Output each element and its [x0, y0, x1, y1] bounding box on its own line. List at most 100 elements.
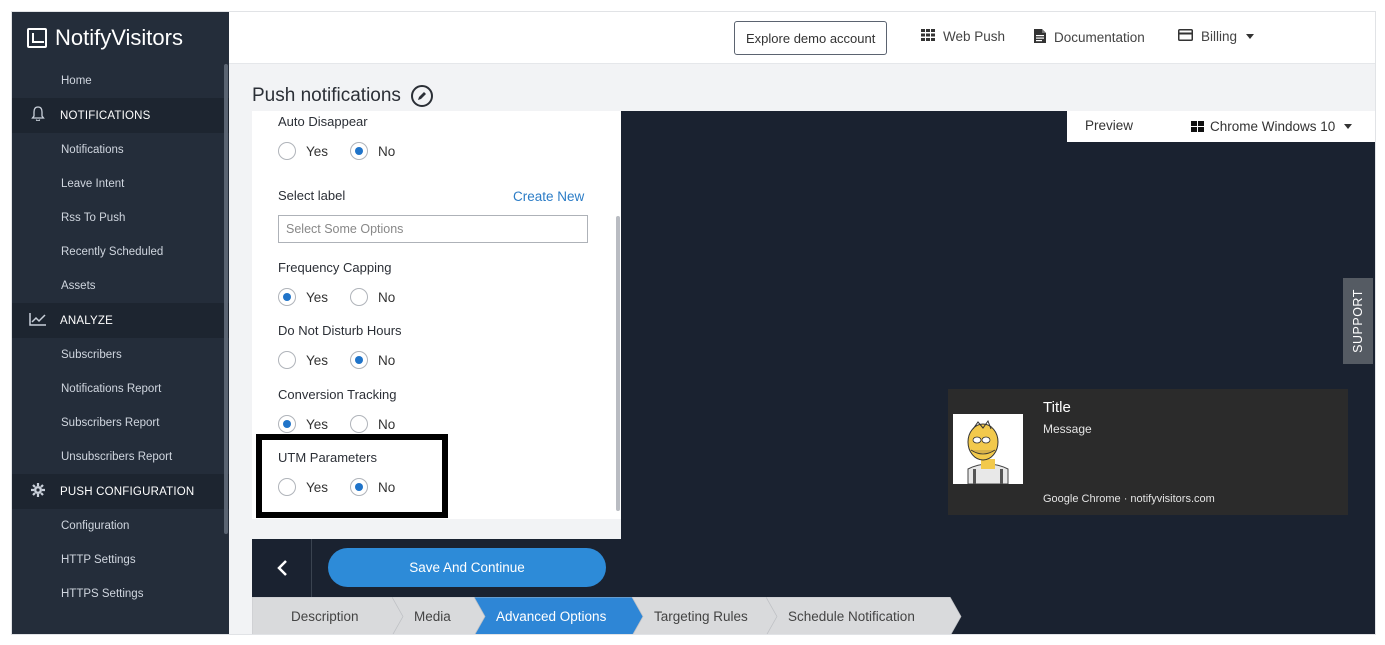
web-push-label: Web Push — [943, 29, 1006, 44]
chart-icon — [26, 312, 50, 330]
credit-card-icon — [1178, 29, 1193, 44]
preview-label: Preview — [1085, 118, 1134, 133]
preview-pane: Preview Chrome Windows 10 SUPPORT Title … — [621, 111, 1375, 597]
notification-message: Message — [1043, 422, 1092, 436]
form-scrollbar[interactable] — [616, 216, 620, 511]
create-new-link[interactable]: Create New — [513, 189, 584, 204]
step-label: Advanced Options — [496, 609, 607, 624]
auto-disappear-radios: Yes No — [278, 142, 417, 160]
conversion-tracking-radios: Yes No — [278, 415, 417, 433]
os-select-value: Chrome Windows 10 — [1210, 119, 1336, 134]
dnd-hours-no-radio[interactable] — [350, 351, 369, 369]
edit-icon[interactable] — [410, 85, 433, 107]
brand-name: NotifyVisitors — [55, 25, 183, 50]
notification-image — [953, 414, 1023, 484]
gear-icon — [26, 482, 50, 501]
frequency-capping-label: Frequency Capping — [278, 260, 392, 275]
analytics-logo-icon — [27, 28, 47, 48]
sidebar-section-push-configuration[interactable]: PUSH CONFIGURATION — [12, 474, 229, 509]
step-label: Targeting Rules — [654, 609, 748, 624]
sidebar-scrollbar[interactable] — [224, 64, 228, 534]
page-title-text: Push notifications — [252, 85, 401, 106]
dnd-hours-yes-radio[interactable] — [278, 351, 296, 369]
notification-preview-card: Title Message Google Chrome · notifyvisi… — [948, 389, 1348, 515]
dnd-hours-radios: Yes No — [278, 351, 417, 369]
label-select-input[interactable]: Select Some Options — [278, 215, 588, 243]
step-label: Media — [414, 609, 451, 624]
document-icon — [1034, 29, 1046, 46]
top-navbar: Explore demo account Web Push Documentat… — [229, 12, 1375, 64]
documentation-label: Documentation — [1054, 30, 1145, 45]
radio-label: No — [378, 143, 396, 159]
wizard-steps: Description Media Advanced Options Targetin… — [252, 597, 1375, 634]
radio-label: Yes — [306, 352, 329, 368]
form-action-bar: Save And Continue — [252, 539, 621, 597]
dnd-hours-label: Do Not Disturb Hours — [278, 323, 402, 338]
auto-disappear-yes-radio[interactable] — [278, 142, 296, 160]
os-browser-select[interactable]: Chrome Windows 10 — [1191, 119, 1353, 134]
bell-icon — [26, 106, 50, 125]
step-targeting-rules[interactable]: Targeting Rules — [632, 597, 778, 634]
select-label-label: Select label — [278, 188, 346, 203]
conversion-tracking-no-radio[interactable] — [350, 415, 369, 433]
step-label: Schedule Notification — [788, 609, 915, 624]
sidebar-item-recently-scheduled[interactable]: Recently Scheduled — [12, 235, 229, 269]
frequency-capping-radios: Yes No — [278, 288, 417, 306]
auto-disappear-no-radio[interactable] — [350, 142, 369, 160]
sidebar-section-notifications[interactable]: NOTIFICATIONS — [12, 98, 229, 133]
conversion-tracking-label: Conversion Tracking — [278, 387, 397, 402]
sidebar-section-label: ANALYZE — [60, 314, 113, 327]
radio-label: Yes — [306, 143, 329, 159]
sidebar-item-assets[interactable]: Assets — [12, 269, 229, 303]
grid-icon — [921, 29, 935, 44]
step-media[interactable]: Media — [392, 597, 486, 634]
conversion-tracking-yes-radio[interactable] — [278, 415, 296, 433]
billing-dropdown[interactable]: Billing — [1178, 29, 1255, 44]
sidebar-item-notifications[interactable]: Notifications — [12, 133, 229, 167]
sidebar-item-home[interactable]: Home — [12, 64, 229, 98]
utm-highlight-box — [256, 434, 448, 518]
windows-icon — [1191, 120, 1204, 133]
sidebar-item-unsubscribers-report[interactable]: Unsubscribers Report — [12, 440, 229, 474]
step-advanced-options[interactable]: Advanced Options — [474, 597, 644, 634]
brand-logo[interactable]: NotifyVisitors — [12, 12, 229, 64]
notification-source: Google Chrome · notifyvisitors.com — [1043, 493, 1215, 505]
support-tab[interactable]: SUPPORT — [1343, 278, 1373, 364]
sidebar-section-label: PUSH CONFIGURATION — [60, 485, 195, 498]
auto-disappear-label: Auto Disappear — [278, 114, 368, 129]
step-description[interactable]: Description — [252, 597, 404, 634]
back-button[interactable] — [252, 539, 312, 597]
web-push-link[interactable]: Web Push — [921, 29, 1005, 44]
save-and-continue-button[interactable]: Save And Continue — [328, 548, 606, 587]
sidebar-item-https-settings[interactable]: HTTPS Settings — [12, 577, 229, 611]
step-label: Description — [291, 609, 359, 624]
sidebar-item-notifications-report[interactable]: Notifications Report — [12, 372, 229, 406]
sidebar-item-subscribers[interactable]: Subscribers — [12, 338, 229, 372]
explore-demo-button[interactable]: Explore demo account — [734, 21, 888, 55]
radio-label: Yes — [306, 289, 329, 305]
frequency-capping-yes-radio[interactable] — [278, 288, 296, 306]
sidebar-item-http-settings[interactable]: HTTP Settings — [12, 543, 229, 577]
radio-label: Yes — [306, 416, 329, 432]
sidebar-item-rss-to-push[interactable]: Rss To Push — [12, 201, 229, 235]
support-label: SUPPORT — [1351, 289, 1366, 353]
notification-title: Title — [1043, 399, 1071, 416]
advanced-options-form: Auto Disappear Yes No Select label Creat… — [252, 111, 621, 519]
frequency-capping-no-radio[interactable] — [350, 288, 369, 306]
sidebar-item-leave-intent[interactable]: Leave Intent — [12, 167, 229, 201]
sidebar: NotifyVisitors Home NOTIFICATIONS Notifica… — [12, 12, 229, 634]
chevron-down-icon — [1344, 124, 1353, 129]
documentation-link[interactable]: Documentation — [1034, 29, 1145, 46]
chevron-down-icon — [1246, 34, 1255, 39]
preview-toolbar: Preview Chrome Windows 10 — [1067, 111, 1375, 142]
page-title: Push notifications — [252, 85, 433, 107]
billing-label: Billing — [1201, 29, 1238, 44]
sidebar-section-analyze[interactable]: ANALYZE — [12, 303, 229, 338]
sidebar-item-configuration[interactable]: Configuration — [12, 509, 229, 543]
step-schedule-notification[interactable]: Schedule Notification — [766, 597, 962, 634]
sidebar-menu: Home NOTIFICATIONS Notifications Leave Inte… — [12, 64, 229, 611]
radio-label: No — [378, 352, 396, 368]
sidebar-section-label: NOTIFICATIONS — [60, 109, 151, 122]
sidebar-item-subscribers-report[interactable]: Subscribers Report — [12, 406, 229, 440]
radio-label: No — [378, 289, 396, 305]
